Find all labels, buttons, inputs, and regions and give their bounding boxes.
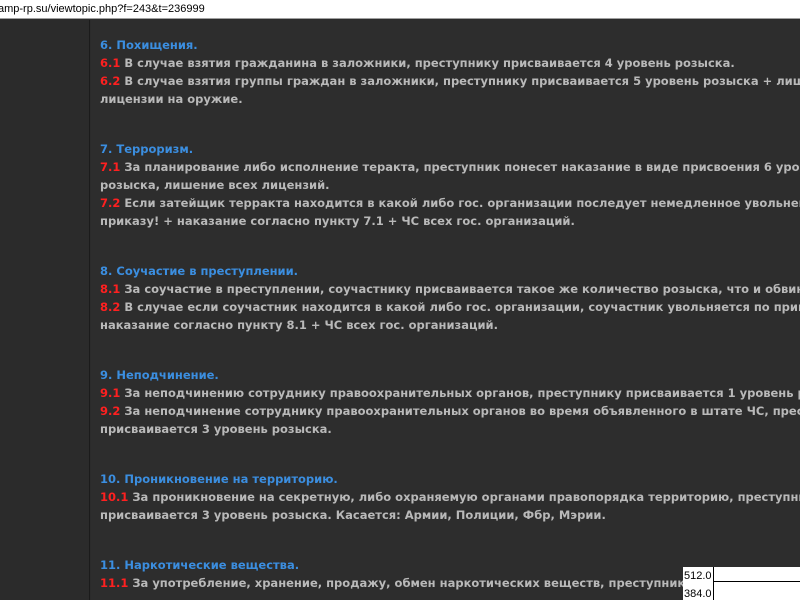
address-bar[interactable]: amp-rp.su/viewtopic.php?f=243&t=236999 — [0, 0, 800, 19]
rule-line: приказу! + наказание согласно пункту 7.1… — [100, 212, 800, 230]
rule-line: 7.1 За планирование либо исполнение тера… — [100, 158, 800, 176]
rule-text: В случае взятия группы граждан в заложни… — [120, 74, 800, 88]
rule-item: 6.2 В случае взятия группы граждан в зал… — [100, 72, 800, 108]
rule-item: 8.2 В случае если соучастник находится в… — [100, 298, 800, 334]
rule-text: присваивается 3 уровень розыска. — [100, 422, 332, 436]
rule-line: 6.2 В случае взятия группы граждан в зал… — [100, 72, 800, 90]
rule-item: 7.2 Если затейщик терракта находится в к… — [100, 194, 800, 230]
rule-text: Если затейщик терракта находится в какой… — [120, 196, 800, 210]
rule-text: За неподчинение сотруднику правоохраните… — [120, 404, 800, 418]
rule-number: 6.1 — [100, 56, 121, 70]
rule-text: наказание согласно пункту 8.1 + ЧС всех … — [100, 318, 498, 332]
rule-item: 6.1 В случае взятия гражданина в заложни… — [100, 54, 800, 72]
rule-number: 7.1 — [100, 160, 121, 174]
graph-line — [713, 581, 800, 582]
rule-section: 6. Похищения. 6.1 В случае взятия граждан… — [100, 36, 800, 108]
rule-line: 9.2 За неподчинение сотруднику правоохра… — [100, 402, 800, 420]
rule-line: розыска, лишение всех лицензий. — [100, 176, 800, 194]
rule-number: 8.1 — [100, 282, 121, 296]
rule-line: 7.2 Если затейщик терракта находится в к… — [100, 194, 800, 212]
rule-number: 8.2 — [100, 300, 121, 314]
rule-item: 10.1 За проникновение на секретную, либо… — [100, 488, 800, 524]
post-content: 6. Похищения. 6.1 В случае взятия граждан… — [100, 36, 800, 600]
section-title: 9. Неподчинение. — [100, 368, 219, 382]
rule-section: 8. Соучастие в преступлении. 8.1 За соуча… — [100, 262, 800, 334]
rule-item: 9.1 За неподчинению сотруднику правоохра… — [100, 384, 800, 402]
rule-line: присваивается 3 уровень розыска. Касаетс… — [100, 506, 800, 524]
rule-text: приказу! + наказание согласно пункту 7.1… — [100, 214, 575, 228]
rule-line: 8.2 В случае если соучастник находится в… — [100, 298, 800, 316]
section-title: 6. Похищения. — [100, 38, 198, 52]
rule-line: присваивается 3 уровень розыска. — [100, 420, 800, 438]
rule-number: 9.2 — [100, 404, 121, 418]
rule-section: 7. Терроризм. 7.1 За планирование либо ис… — [100, 140, 800, 230]
rule-number: 11.1 — [100, 576, 129, 590]
graph-overlay-widget: 512.0 384.0 — [683, 567, 800, 600]
rule-text: За проникновение на секретную, либо охра… — [128, 490, 800, 504]
rule-number: 7.2 — [100, 196, 121, 210]
rule-text: В случае если соучастник находится в как… — [120, 300, 800, 314]
rule-item: 8.1 За соучастие в преступлении, соучаст… — [100, 280, 800, 298]
forum-post: 6. Похищения. 6.1 В случае взятия граждан… — [91, 20, 800, 600]
rule-number: 9.1 — [100, 386, 121, 400]
graph-axis — [713, 567, 714, 600]
rule-line: 8.1 За соучастие в преступлении, соучаст… — [100, 280, 800, 298]
rule-item: 7.1 За планирование либо исполнение тера… — [100, 158, 800, 194]
rule-line: наказание согласно пункту 8.1 + ЧС всех … — [100, 316, 800, 334]
section-title: 7. Терроризм. — [100, 142, 194, 156]
rule-text: розыска, лишение всех лицензий. — [100, 178, 330, 192]
rule-line: лицензии на оружие. — [100, 90, 800, 108]
rule-line: 6.1 В случае взятия гражданина в заложни… — [100, 54, 800, 72]
rule-number: 10.1 — [100, 490, 129, 504]
section-title: 10. Проникновение на территорию. — [100, 472, 338, 486]
left-sidebar — [0, 20, 90, 600]
rule-line: 9.1 За неподчинению сотруднику правоохра… — [100, 384, 800, 402]
rule-section: 9. Неподчинение. 9.1 За неподчинению сотр… — [100, 366, 800, 438]
rule-text: лицензии на оружие. — [100, 92, 243, 106]
rule-text: присваивается 3 уровень розыска. Касаетс… — [100, 508, 606, 522]
rule-text: В случае взятия гражданина в заложники, … — [120, 56, 735, 70]
rule-number: 6.2 — [100, 74, 121, 88]
graph-label-top: 512.0 — [684, 570, 712, 582]
rule-text: За соучастие в преступлении, соучастнику… — [120, 282, 800, 296]
rule-line: 10.1 За проникновение на секретную, либо… — [100, 488, 800, 506]
rule-item: 9.2 За неподчинение сотруднику правоохра… — [100, 402, 800, 438]
url-text: amp-rp.su/viewtopic.php?f=243&t=236999 — [0, 3, 205, 15]
rule-section: 10. Проникновение на территорию. 10.1 За … — [100, 470, 800, 524]
section-title: 8. Соучастие в преступлении. — [100, 264, 299, 278]
rule-text: За планирование либо исполнение теракта,… — [120, 160, 800, 174]
rule-text: За неподчинению сотруднику правоохраните… — [120, 386, 800, 400]
graph-label-bottom: 384.0 — [684, 588, 712, 600]
